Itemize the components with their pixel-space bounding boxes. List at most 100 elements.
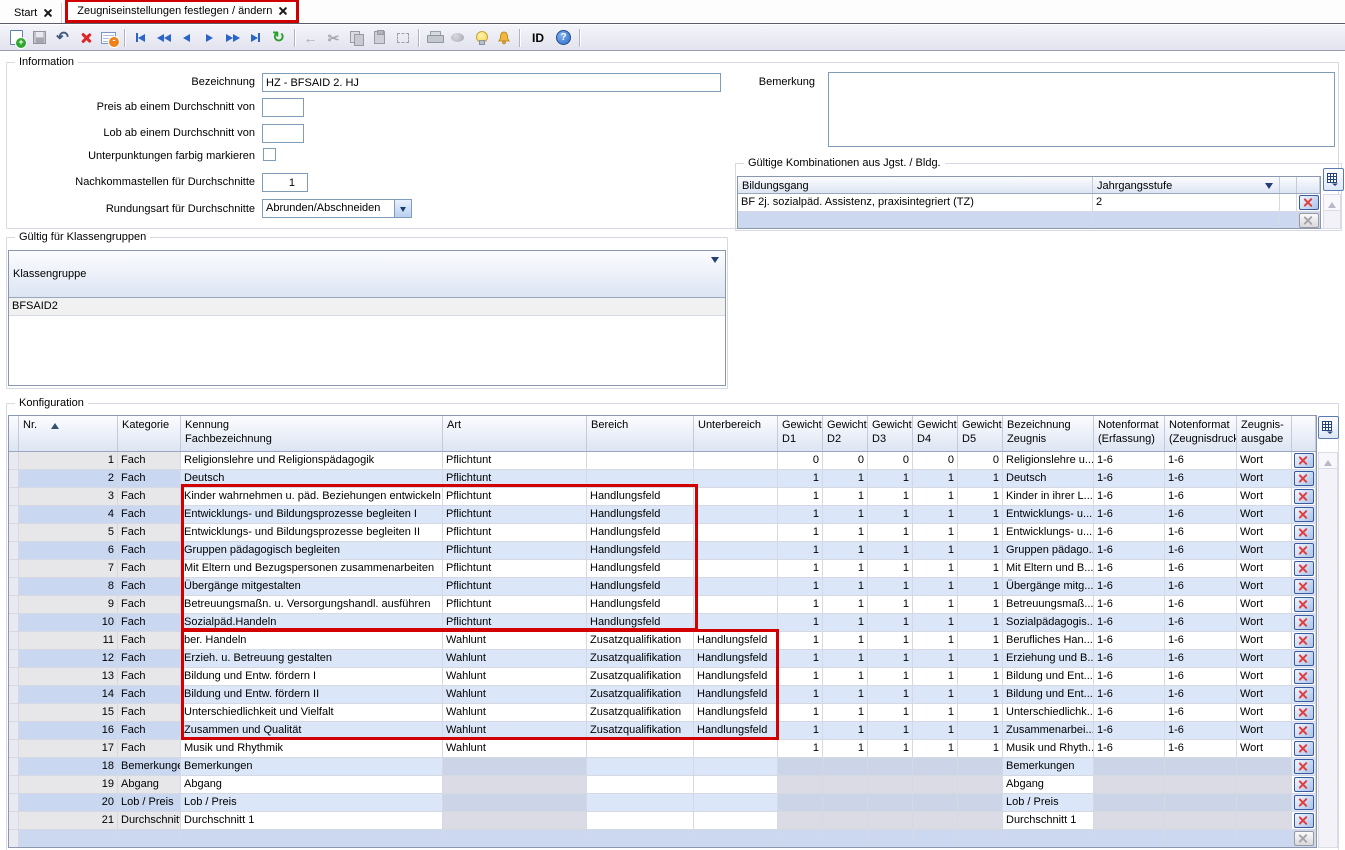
cell-kennung[interactable]: ber. Handeln xyxy=(181,632,443,650)
cell-bereich[interactable]: Handlungsfeld xyxy=(587,488,694,506)
cell-art[interactable]: Wahlunt xyxy=(443,704,587,722)
filter-dropdown-icon[interactable] xyxy=(711,257,719,267)
cell-d1[interactable]: 1 xyxy=(778,722,823,740)
cell-ausgabe[interactable]: Wort xyxy=(1237,596,1292,614)
cell-d3[interactable]: 1 xyxy=(868,686,913,704)
cell-kategorie[interactable]: Fach xyxy=(118,740,181,758)
cell-kategorie[interactable]: Fach xyxy=(118,614,181,632)
cell-nf1[interactable]: 1-6 xyxy=(1094,452,1165,470)
cell-nf1[interactable]: 1-6 xyxy=(1094,704,1165,722)
delete-row-button[interactable] xyxy=(1294,507,1314,522)
cell-nr[interactable]: 14 xyxy=(19,686,118,704)
cell-bereich[interactable] xyxy=(587,452,694,470)
cell-d4[interactable]: 1 xyxy=(913,596,958,614)
cell-d3[interactable]: 1 xyxy=(868,632,913,650)
cell-nr[interactable]: 18 xyxy=(19,758,118,776)
cell-unterbereich[interactable]: Handlungsfeld xyxy=(694,650,778,668)
cell-kennung[interactable]: Religionslehre und Religionspädagogik xyxy=(181,452,443,470)
cell-kategorie[interactable]: Fach xyxy=(118,542,181,560)
undo-button[interactable]: ↶ xyxy=(51,27,74,49)
delete-row-button[interactable] xyxy=(1294,543,1314,558)
cell-bezeichnung[interactable]: Kinder in ihrer L... xyxy=(1003,488,1094,506)
cell-bezeichnung[interactable]: Bemerkungen xyxy=(1003,758,1094,776)
cell-kategorie[interactable]: Fach xyxy=(118,632,181,650)
cell-d1[interactable]: 1 xyxy=(778,470,823,488)
cell-bereich[interactable]: Zusatzqualifikation xyxy=(587,686,694,704)
column-header-bereich[interactable]: Bereich xyxy=(587,416,694,451)
cell-d2[interactable]: 1 xyxy=(823,470,868,488)
new-record-button[interactable] xyxy=(5,27,28,49)
cell-kennung[interactable]: Übergänge mitgestalten xyxy=(181,578,443,596)
cell-art[interactable]: Wahlunt xyxy=(443,650,587,668)
cell-nr[interactable]: 9 xyxy=(19,596,118,614)
cell-nr[interactable]: 8 xyxy=(19,578,118,596)
table-row[interactable]: 4FachEntwicklungs- und Bildungsprozesse … xyxy=(9,506,1316,524)
cell-nf2[interactable]: 1-6 xyxy=(1165,488,1237,506)
table-row[interactable]: 10FachSozialpäd.HandelnPflichtuntHandlun… xyxy=(9,614,1316,632)
cell-d2[interactable]: 1 xyxy=(823,686,868,704)
cell-d5[interactable]: 1 xyxy=(958,596,1003,614)
table-row[interactable]: 19AbgangAbgangAbgang xyxy=(9,776,1316,794)
cell-kennung[interactable]: Lob / Preis xyxy=(181,794,443,812)
cell-kategorie[interactable]: Fach xyxy=(118,668,181,686)
cell-bereich[interactable]: Handlungsfeld xyxy=(587,506,694,524)
cut-button[interactable]: ✂ xyxy=(322,27,345,49)
last-record-button[interactable] xyxy=(244,27,267,49)
cell-d3[interactable]: 0 xyxy=(868,452,913,470)
cell-kategorie[interactable]: Fach xyxy=(118,722,181,740)
cell-d1[interactable]: 1 xyxy=(778,632,823,650)
delete-row-button[interactable] xyxy=(1294,795,1314,810)
cell-kategorie[interactable]: Fach xyxy=(118,560,181,578)
delete-row-button[interactable] xyxy=(1294,723,1314,738)
cell-d1[interactable]: 1 xyxy=(778,524,823,542)
cell-bereich[interactable]: Handlungsfeld xyxy=(587,578,694,596)
cell-art[interactable]: Pflichtunt xyxy=(443,506,587,524)
new-row[interactable] xyxy=(9,830,1316,848)
cell-nf1[interactable]: 1-6 xyxy=(1094,578,1165,596)
tab-zeugniseinstellungen[interactable]: Zeugniseinstellungen festlegen / ändern xyxy=(65,0,299,23)
cell-d3[interactable]: 1 xyxy=(868,614,913,632)
cell-unterbereich[interactable] xyxy=(694,560,778,578)
cell-kategorie[interactable]: Abgang xyxy=(118,776,181,794)
cell-d5[interactable]: 1 xyxy=(958,506,1003,524)
delete-row-button[interactable] xyxy=(1294,561,1314,576)
cell-unterbereich[interactable] xyxy=(694,794,778,812)
cell-bereich[interactable]: Handlungsfeld xyxy=(587,596,694,614)
cell-art[interactable]: Pflichtunt xyxy=(443,488,587,506)
cell-d3[interactable]: 1 xyxy=(868,740,913,758)
cell-d1[interactable]: 1 xyxy=(778,542,823,560)
previous-record-button[interactable] xyxy=(175,27,198,49)
cell-nf1[interactable]: 1-6 xyxy=(1094,614,1165,632)
cell-unterbereich[interactable] xyxy=(694,506,778,524)
table-row[interactable]: 21Durchschnitt 1Durchschnitt 1Durchschni… xyxy=(9,812,1316,830)
cell-art[interactable]: Pflichtunt xyxy=(443,578,587,596)
cell-d1[interactable]: 1 xyxy=(778,506,823,524)
cell-kennung[interactable]: Unterschiedlichkeit und Vielfalt xyxy=(181,704,443,722)
cell-d3[interactable]: 1 xyxy=(868,596,913,614)
edit-form-button[interactable] xyxy=(97,27,120,49)
cell-kennung[interactable]: Zusammen und Qualität xyxy=(181,722,443,740)
rundungsart-select[interactable]: Abrunden/Abschneiden xyxy=(262,199,412,218)
cell-d5[interactable]: 1 xyxy=(958,668,1003,686)
scroll-up-icon[interactable] xyxy=(1319,453,1337,469)
cell-d2[interactable]: 1 xyxy=(823,506,868,524)
bemerkung-textarea[interactable] xyxy=(828,72,1335,147)
cell-bereich[interactable]: Zusatzqualifikation xyxy=(587,722,694,740)
cell-d2[interactable]: 1 xyxy=(823,614,868,632)
cell-kategorie[interactable]: Fach xyxy=(118,686,181,704)
cell-nf2[interactable]: 1-6 xyxy=(1165,722,1237,740)
cell-d3[interactable]: 1 xyxy=(868,668,913,686)
cell-unterbereich[interactable] xyxy=(694,812,778,830)
cell-d5[interactable]: 1 xyxy=(958,524,1003,542)
cell-kategorie[interactable]: Fach xyxy=(118,524,181,542)
cell-art[interactable]: Wahlunt xyxy=(443,632,587,650)
cell-ausgabe[interactable]: Wort xyxy=(1237,722,1292,740)
cell-bezeichnung[interactable]: Deutsch xyxy=(1003,470,1094,488)
table-row[interactable]: 12FachErzieh. u. Betreuung gestaltenWahl… xyxy=(9,650,1316,668)
cell-kennung[interactable]: Bildung und Entw. fördern I xyxy=(181,668,443,686)
delete-row-button[interactable] xyxy=(1294,471,1314,486)
cell-ausgabe[interactable]: Wort xyxy=(1237,578,1292,596)
table-row[interactable]: 14FachBildung und Entw. fördern IIWahlun… xyxy=(9,686,1316,704)
cell-kennung[interactable]: Gruppen pädagogisch begleiten xyxy=(181,542,443,560)
select-region-button[interactable] xyxy=(391,27,414,49)
